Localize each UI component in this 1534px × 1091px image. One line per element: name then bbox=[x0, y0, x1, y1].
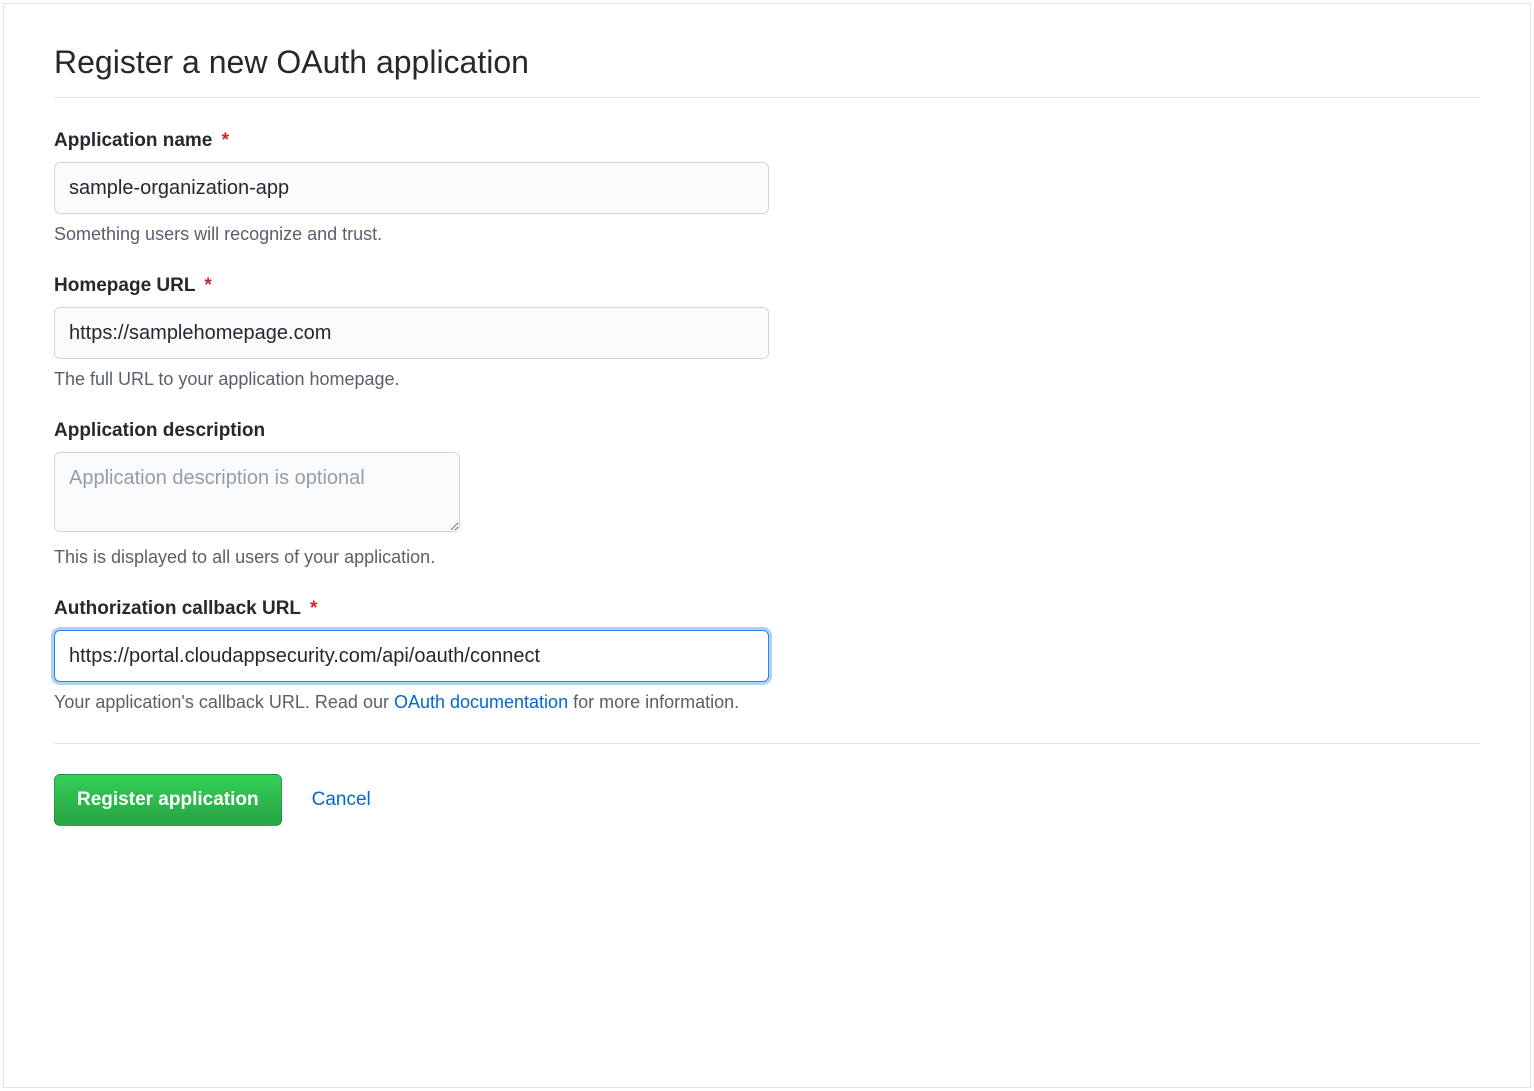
homepage-url-hint: The full URL to your application homepag… bbox=[54, 369, 1480, 390]
page-title: Register a new OAuth application bbox=[54, 44, 1480, 98]
description-textarea[interactable] bbox=[54, 452, 460, 532]
callback-url-label: Authorization callback URL * bbox=[54, 598, 1480, 620]
register-application-button[interactable]: Register application bbox=[54, 774, 282, 826]
description-hint: This is displayed to all users of your a… bbox=[54, 547, 1480, 568]
oauth-register-container: Register a new OAuth application Applica… bbox=[3, 3, 1531, 1088]
application-name-hint: Something users will recognize and trust… bbox=[54, 224, 1480, 245]
callback-url-hint-prefix: Your application's callback URL. Read ou… bbox=[54, 692, 394, 712]
required-asterisk-icon: * bbox=[204, 275, 211, 296]
cancel-button[interactable]: Cancel bbox=[312, 789, 371, 811]
required-asterisk-icon: * bbox=[222, 130, 229, 151]
oauth-documentation-link[interactable]: OAuth documentation bbox=[394, 692, 568, 712]
callback-url-group: Authorization callback URL * Your applic… bbox=[54, 598, 1480, 713]
homepage-url-group: Homepage URL * The full URL to your appl… bbox=[54, 275, 1480, 390]
application-name-label-text: Application name bbox=[54, 130, 212, 151]
homepage-url-input[interactable] bbox=[54, 307, 769, 359]
required-asterisk-icon: * bbox=[310, 598, 317, 619]
homepage-url-label-text: Homepage URL bbox=[54, 275, 195, 296]
description-group: Application description This is displaye… bbox=[54, 420, 1480, 568]
description-label: Application description bbox=[54, 420, 1480, 442]
callback-url-label-text: Authorization callback URL bbox=[54, 598, 301, 619]
callback-url-hint: Your application's callback URL. Read ou… bbox=[54, 692, 1480, 713]
application-name-label: Application name * bbox=[54, 130, 1480, 152]
homepage-url-label: Homepage URL * bbox=[54, 275, 1480, 297]
callback-url-input[interactable] bbox=[54, 630, 769, 682]
callback-url-hint-suffix: for more information. bbox=[568, 692, 739, 712]
application-name-group: Application name * Something users will … bbox=[54, 130, 1480, 245]
application-name-input[interactable] bbox=[54, 162, 769, 214]
action-row: Register application Cancel bbox=[54, 743, 1480, 826]
